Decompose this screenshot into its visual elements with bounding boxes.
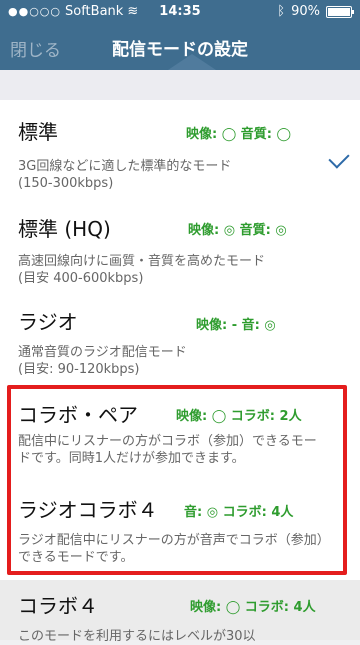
mode-description: 高速回線向けに画質・音質を高めたモード (目安 400-600kbps)	[18, 254, 266, 286]
mode-spec: 映像: - 音: ◎	[196, 318, 276, 333]
mode-description: 通常音質のラジオ配信モード (目安: 90-120kbps)	[18, 345, 187, 377]
mode-description: このモードを利用するにはレベルが30以	[18, 629, 256, 644]
mode-row-standard-hq[interactable]: 標準 (HQ) 映像: ◎ 音質: ◎ 高速回線向けに画質・音質を高めたモード …	[0, 205, 360, 300]
nav-decoration-icon	[168, 54, 216, 70]
bluetooth-icon: ᛒ	[277, 4, 286, 19]
mode-spec: 映像: ◯ 音質: ◯	[186, 127, 292, 142]
mode-name: 標準 (HQ)	[18, 217, 111, 241]
navigation-bar: 閉じる 配信モードの設定	[0, 24, 360, 70]
battery-percent: 90%	[291, 4, 320, 19]
mode-row-radio[interactable]: ラジオ 映像: - 音: ◎ 通常音質のラジオ配信モード (目安: 90-120…	[0, 300, 360, 385]
battery-icon	[326, 5, 354, 18]
mode-name: ラジオ	[18, 310, 78, 334]
highlight-frame	[7, 385, 347, 575]
checkmark-icon	[328, 147, 350, 169]
mode-description: 3G回線などに適した標準的なモード (150-300kbps)	[18, 159, 232, 191]
mode-row-standard[interactable]: 標準 映像: ◯ 音質: ◯ 3G回線などに適した標準的なモード (150-30…	[0, 110, 360, 205]
mode-row-collab4[interactable]: コラボ４ 映像: ◯ コラボ: 4人 このモードを利用するにはレベルが30以	[0, 580, 360, 644]
battery-level-fill	[328, 7, 350, 16]
mode-name: 標準	[18, 120, 58, 144]
mode-name: コラボ４	[18, 594, 98, 618]
mode-spec: 映像: ◎ 音質: ◎	[188, 223, 287, 238]
list-top-spacer	[0, 70, 360, 100]
mode-spec: 映像: ◯ コラボ: 4人	[190, 600, 316, 615]
status-bar: ●●○○○ SoftBank ≋ 14:35 ᛒ 90%	[0, 0, 360, 24]
